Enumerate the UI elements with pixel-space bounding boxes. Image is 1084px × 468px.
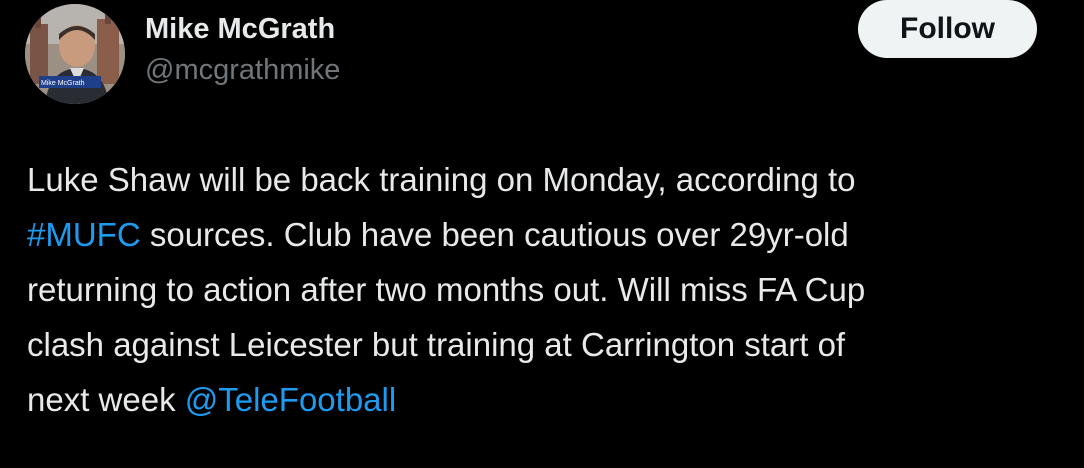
tweet-line-2: #MUFC sources. Club have been cautious o… — [27, 207, 1067, 262]
tweet-card: Mike McGrath Mike McGrath @mcgrathmike F… — [0, 0, 1084, 468]
hashtag-link[interactable]: #MUFC — [27, 216, 141, 253]
tweet-line-5: next week @TeleFootball — [27, 372, 1067, 427]
author-handle[interactable]: @mcgrathmike — [145, 53, 340, 87]
author-info: Mike McGrath @mcgrathmike — [145, 12, 340, 87]
follow-button[interactable]: Follow — [858, 0, 1037, 58]
tweet-line-3: returning to action after two months out… — [27, 271, 866, 308]
avatar[interactable]: Mike McGrath — [25, 4, 125, 104]
mention-link[interactable]: @TeleFootball — [185, 381, 396, 418]
tweet-line-5-text: next week — [27, 381, 185, 418]
tweet-text: Luke Shaw will be back training on Monda… — [27, 152, 1067, 427]
avatar-caption: Mike McGrath — [41, 80, 85, 87]
avatar-image: Mike McGrath — [25, 4, 125, 104]
tweet-line-1: Luke Shaw will be back training on Monda… — [27, 161, 856, 198]
tweet-line-2-text: sources. Club have been cautious over 29… — [140, 216, 849, 253]
tweet-line-4: clash against Leicester but training at … — [27, 326, 846, 363]
author-display-name[interactable]: Mike McGrath — [145, 12, 340, 46]
